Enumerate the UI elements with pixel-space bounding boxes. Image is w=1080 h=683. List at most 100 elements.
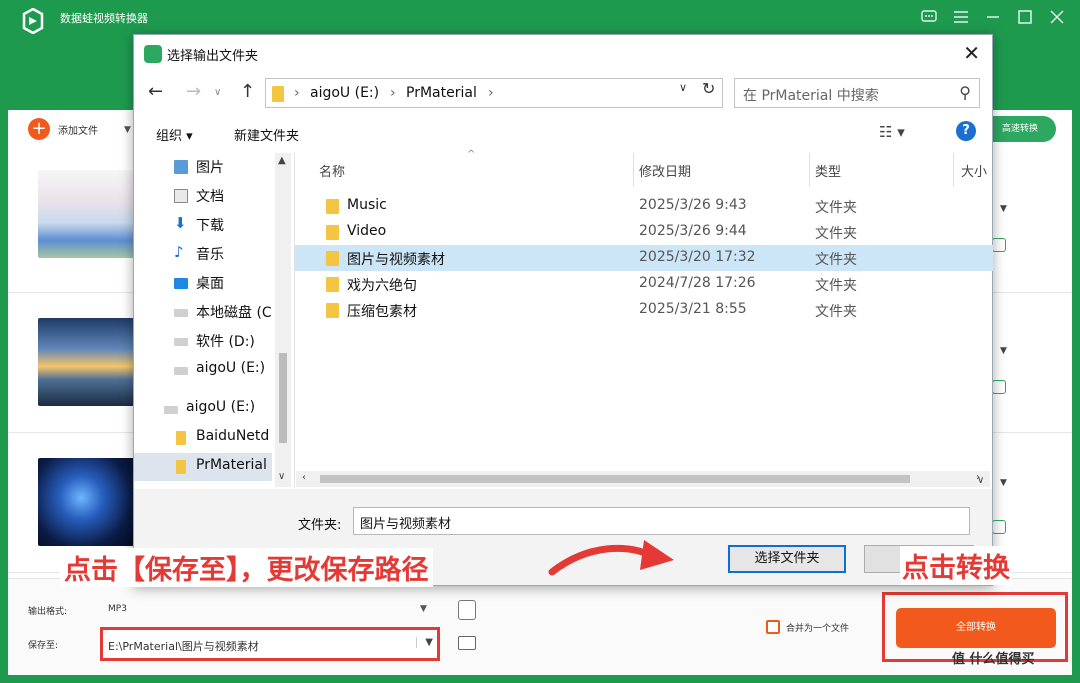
format-dropdown-icon[interactable]: ▼ (1000, 478, 1007, 488)
tree-item-label: aigoU (E:) (196, 360, 266, 376)
feedback-icon[interactable] (920, 8, 938, 26)
organize-menu[interactable]: 组织 ▾ (156, 125, 193, 144)
file-row[interactable]: Music 2025/3/26 9:43 文件夹 (295, 193, 993, 219)
close-app-icon[interactable] (1048, 8, 1066, 26)
file-row[interactable]: Video 2025/3/26 9:44 文件夹 (295, 219, 993, 245)
open-folder-icon[interactable] (458, 636, 476, 650)
edit-icon[interactable] (992, 520, 1006, 534)
drive-icon (174, 367, 188, 375)
tree-item-aigou-drive[interactable]: aigoU (E:) (134, 356, 272, 384)
music-icon: ♪ (174, 243, 184, 261)
tree-item-downloads[interactable]: ⬇ 下载 (134, 211, 272, 239)
tree-item-label: 音乐 (196, 247, 224, 263)
folder-input[interactable]: 图片与视频素材 (353, 507, 970, 535)
file-name: 戏为六绝句 (347, 278, 417, 294)
folder-input-value: 图片与视频素材 (360, 517, 452, 532)
forward-arrow-icon[interactable]: → (186, 81, 201, 102)
edit-icon[interactable] (992, 380, 1006, 394)
format-settings-icon[interactable] (458, 600, 476, 620)
app-border-right (1072, 110, 1080, 683)
column-header-type[interactable]: 类型 (815, 161, 841, 180)
tree-item-desktop[interactable]: 桌面 (134, 269, 272, 297)
search-icon: ⚲ (959, 83, 971, 102)
refresh-icon[interactable]: ↻ (702, 79, 715, 98)
annotation-arrow-icon (548, 540, 674, 576)
tree-item-label: 软件 (D:) (196, 334, 255, 350)
breadcrumb-item[interactable]: PrMaterial (406, 85, 477, 101)
help-icon[interactable]: ? (956, 121, 976, 141)
back-arrow-icon[interactable]: ← (148, 81, 163, 102)
file-row[interactable]: 压缩包素材 2025/3/21 8:55 文件夹 (295, 297, 993, 323)
output-format-label: 输出格式: (28, 607, 68, 617)
new-folder-button[interactable]: 新建文件夹 (234, 125, 299, 144)
scroll-up-icon[interactable]: ▲ (278, 155, 286, 166)
file-modified: 2025/3/21 8:55 (639, 301, 747, 317)
column-separator[interactable] (633, 153, 634, 187)
scroll-down-icon[interactable]: ∨ (977, 475, 984, 486)
tree-item-local-disk[interactable]: 本地磁盘 (C (134, 298, 272, 326)
minimize-icon[interactable] (984, 8, 1002, 26)
file-type: 文件夹 (815, 252, 857, 268)
merge-label: 合并为一个文件 (786, 624, 850, 634)
scroll-down-icon[interactable]: ∨ (278, 471, 285, 482)
menu-icon[interactable] (952, 8, 970, 26)
tree-item-software-drive[interactable]: 软件 (D:) (134, 327, 272, 355)
tree-scrollbar[interactable]: ▲ ∨ (275, 153, 291, 487)
up-arrow-icon[interactable]: ↑ (240, 81, 255, 102)
scrollbar-thumb[interactable] (279, 353, 287, 443)
chevron-right-icon[interactable]: › (294, 85, 300, 101)
save-to-select[interactable]: E:\PrMaterial\图片与视频素材 ▼ (100, 627, 440, 661)
scrollbar-thumb[interactable] (320, 475, 910, 483)
file-modified: 2025/3/26 9:43 (639, 197, 747, 213)
drive-icon (164, 406, 178, 414)
close-icon[interactable]: ✕ (963, 41, 980, 65)
column-header-modified[interactable]: 修改日期 (639, 161, 691, 180)
file-row[interactable]: 戏为六绝句 2024/7/28 17:26 文件夹 (295, 271, 993, 297)
file-name: 压缩包素材 (347, 304, 417, 320)
maximize-icon[interactable] (1016, 8, 1034, 26)
save-to-dropdown-icon[interactable]: ▼ (416, 637, 433, 648)
column-header-size[interactable]: 大小 (961, 161, 987, 180)
drive-icon (174, 309, 188, 317)
tree-item-music[interactable]: ♪ 音乐 (134, 240, 272, 268)
add-file-button[interactable]: + 添加文件 (28, 118, 98, 140)
tree-item-prmaterial[interactable]: PrMaterial (134, 453, 272, 481)
output-format-dropdown-icon[interactable]: ▼ (420, 604, 427, 614)
app-border-left (0, 110, 8, 683)
dialog-title: 选择输出文件夹 (167, 49, 259, 64)
file-row-selected[interactable]: 图片与视频素材 2025/3/20 17:32 文件夹 (295, 245, 993, 271)
address-dropdown-icon[interactable]: ∨ (679, 81, 687, 94)
view-options-icon[interactable]: ☷ ▾ (879, 123, 905, 141)
add-file-label: 添加文件 (58, 125, 98, 137)
column-separator[interactable] (953, 153, 954, 187)
folder-icon (326, 277, 339, 292)
chevron-right-icon[interactable]: › (488, 85, 494, 101)
edit-icon[interactable] (992, 238, 1006, 252)
search-input[interactable]: 在 PrMaterial 中搜索 ⚲ (734, 78, 980, 108)
column-separator[interactable] (809, 153, 810, 187)
address-bar[interactable]: › aigoU (E:) › PrMaterial › (265, 78, 723, 108)
format-dropdown-icon[interactable]: ▼ (1000, 346, 1007, 356)
tree-item-baidunetdisk[interactable]: BaiduNetd (134, 424, 272, 452)
recent-dropdown-icon[interactable]: ∨ (214, 87, 221, 98)
desktop-icon (174, 278, 188, 289)
select-folder-button[interactable]: 选择文件夹 (728, 545, 846, 573)
tree-item-label: 下载 (196, 218, 224, 234)
breadcrumb-item[interactable]: aigoU (E:) (310, 85, 379, 101)
tree-item-documents[interactable]: 文档 (134, 182, 272, 210)
column-header-name[interactable]: 名称 (319, 161, 345, 180)
navigation-tree: 图片 文档 ⬇ 下载 ♪ 音乐 桌面 本地磁盘 (C 软件 (D:) aigoU (134, 153, 294, 487)
chevron-right-icon[interactable]: › (390, 85, 396, 101)
tree-item-pictures[interactable]: 图片 (134, 153, 272, 181)
convert-all-button[interactable]: 全部转换 (896, 608, 1056, 648)
watermark: 值 什么值得买 (952, 652, 1035, 667)
add-file-dropdown-icon[interactable]: ▼ (124, 125, 131, 135)
file-type: 文件夹 (815, 200, 857, 216)
file-type: 文件夹 (815, 304, 857, 320)
output-format-select[interactable]: MP3 (108, 604, 127, 614)
merge-checkbox[interactable] (766, 620, 780, 634)
format-dropdown-icon[interactable]: ▼ (1000, 204, 1007, 214)
tree-item-aigou-root[interactable]: aigoU (E:) (134, 395, 272, 423)
horizontal-scrollbar[interactable]: ‹ › (296, 471, 990, 487)
scroll-left-icon[interactable]: ‹ (302, 472, 306, 483)
